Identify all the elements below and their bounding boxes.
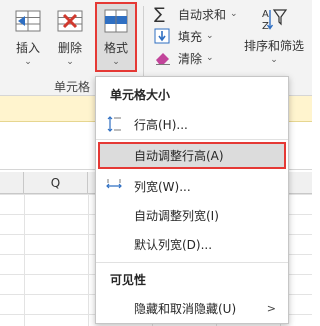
sort-filter-icon: A Z bbox=[260, 6, 288, 32]
clear-label: 清除 bbox=[178, 51, 203, 66]
column-header-label: Q bbox=[50, 176, 61, 190]
fill-label: 填充 bbox=[178, 29, 203, 44]
menu-item-default-width[interactable]: 默认列宽(D)... bbox=[96, 231, 288, 257]
menu-item-label: 自动调整行高(A) bbox=[134, 149, 224, 163]
menu-item-column-width[interactable]: 列宽(W)... bbox=[96, 173, 288, 199]
menu-item-label: 行高(H)... bbox=[134, 117, 188, 132]
sort-filter-label: 排序和筛选 bbox=[244, 39, 305, 53]
chevron-down-icon: ⌄ bbox=[230, 9, 238, 19]
autosum-label: 自动求和 bbox=[178, 7, 227, 22]
format-button[interactable]: 格式 ⌄ bbox=[102, 8, 130, 67]
sigma-icon: ∑ bbox=[154, 4, 165, 23]
menu-item-autofit-column-width[interactable]: 自动调整列宽(I) bbox=[96, 202, 288, 228]
menu-item-hide-unhide[interactable]: 隐藏和取消隐藏(U) > bbox=[96, 295, 288, 321]
delete-cells-icon bbox=[56, 8, 84, 34]
chevron-down-icon: ⌄ bbox=[66, 57, 74, 67]
eraser-icon bbox=[154, 50, 172, 66]
cells-group-label: 单元格 bbox=[54, 80, 91, 94]
chevron-down-icon: ⌄ bbox=[24, 57, 32, 67]
column-width-icon bbox=[106, 178, 122, 194]
chevron-down-icon: ⌄ bbox=[206, 31, 214, 41]
delete-button[interactable]: 删除 ⌄ bbox=[56, 8, 84, 67]
clear-button[interactable]: 清除 ⌄ bbox=[154, 48, 214, 68]
sort-filter-button[interactable]: A Z 排序和筛选 ⌄ bbox=[244, 6, 304, 65]
menu-item-label: 默认列宽(D)... bbox=[134, 237, 213, 252]
insert-button[interactable]: 插入 ⌄ bbox=[14, 8, 42, 67]
row-header-corner bbox=[0, 172, 24, 194]
menu-separator bbox=[96, 139, 288, 140]
chevron-down-icon: ⌄ bbox=[270, 55, 278, 65]
menu-item-row-height[interactable]: 行高(H)... bbox=[96, 111, 288, 137]
chevron-right-icon: > bbox=[266, 301, 276, 315]
menu-item-autofit-row-height[interactable]: 自动调整行高(A) bbox=[98, 142, 286, 169]
menu-item-label: 隐藏和取消隐藏(U) bbox=[134, 301, 237, 316]
chevron-down-icon: ⌄ bbox=[206, 53, 214, 63]
chevron-down-icon: ⌄ bbox=[112, 57, 120, 67]
delete-label: 删除 bbox=[57, 41, 82, 55]
row-height-icon bbox=[106, 116, 122, 132]
column-header-q[interactable]: Q bbox=[24, 172, 88, 194]
svg-text:A: A bbox=[262, 9, 269, 20]
format-cells-icon bbox=[102, 8, 130, 34]
autosum-button[interactable]: ∑ 自动求和 ⌄ bbox=[154, 4, 238, 24]
menu-item-label: 列宽(W)... bbox=[134, 179, 191, 194]
format-dropdown-menu: 单元格大小 行高(H)... 自动调整行高(A) 列宽(W)... 自动调整列宽… bbox=[95, 76, 289, 324]
menu-separator bbox=[96, 262, 288, 263]
fill-down-icon bbox=[154, 28, 172, 44]
cell-size-header: 单元格大小 bbox=[110, 88, 171, 102]
menu-item-label: 自动调整列宽(I) bbox=[134, 208, 219, 223]
visibility-header: 可见性 bbox=[110, 273, 147, 287]
format-label: 格式 bbox=[103, 41, 128, 55]
fill-button[interactable]: 填充 ⌄ bbox=[154, 26, 214, 46]
insert-label: 插入 bbox=[15, 41, 40, 55]
insert-cells-icon bbox=[14, 8, 42, 34]
